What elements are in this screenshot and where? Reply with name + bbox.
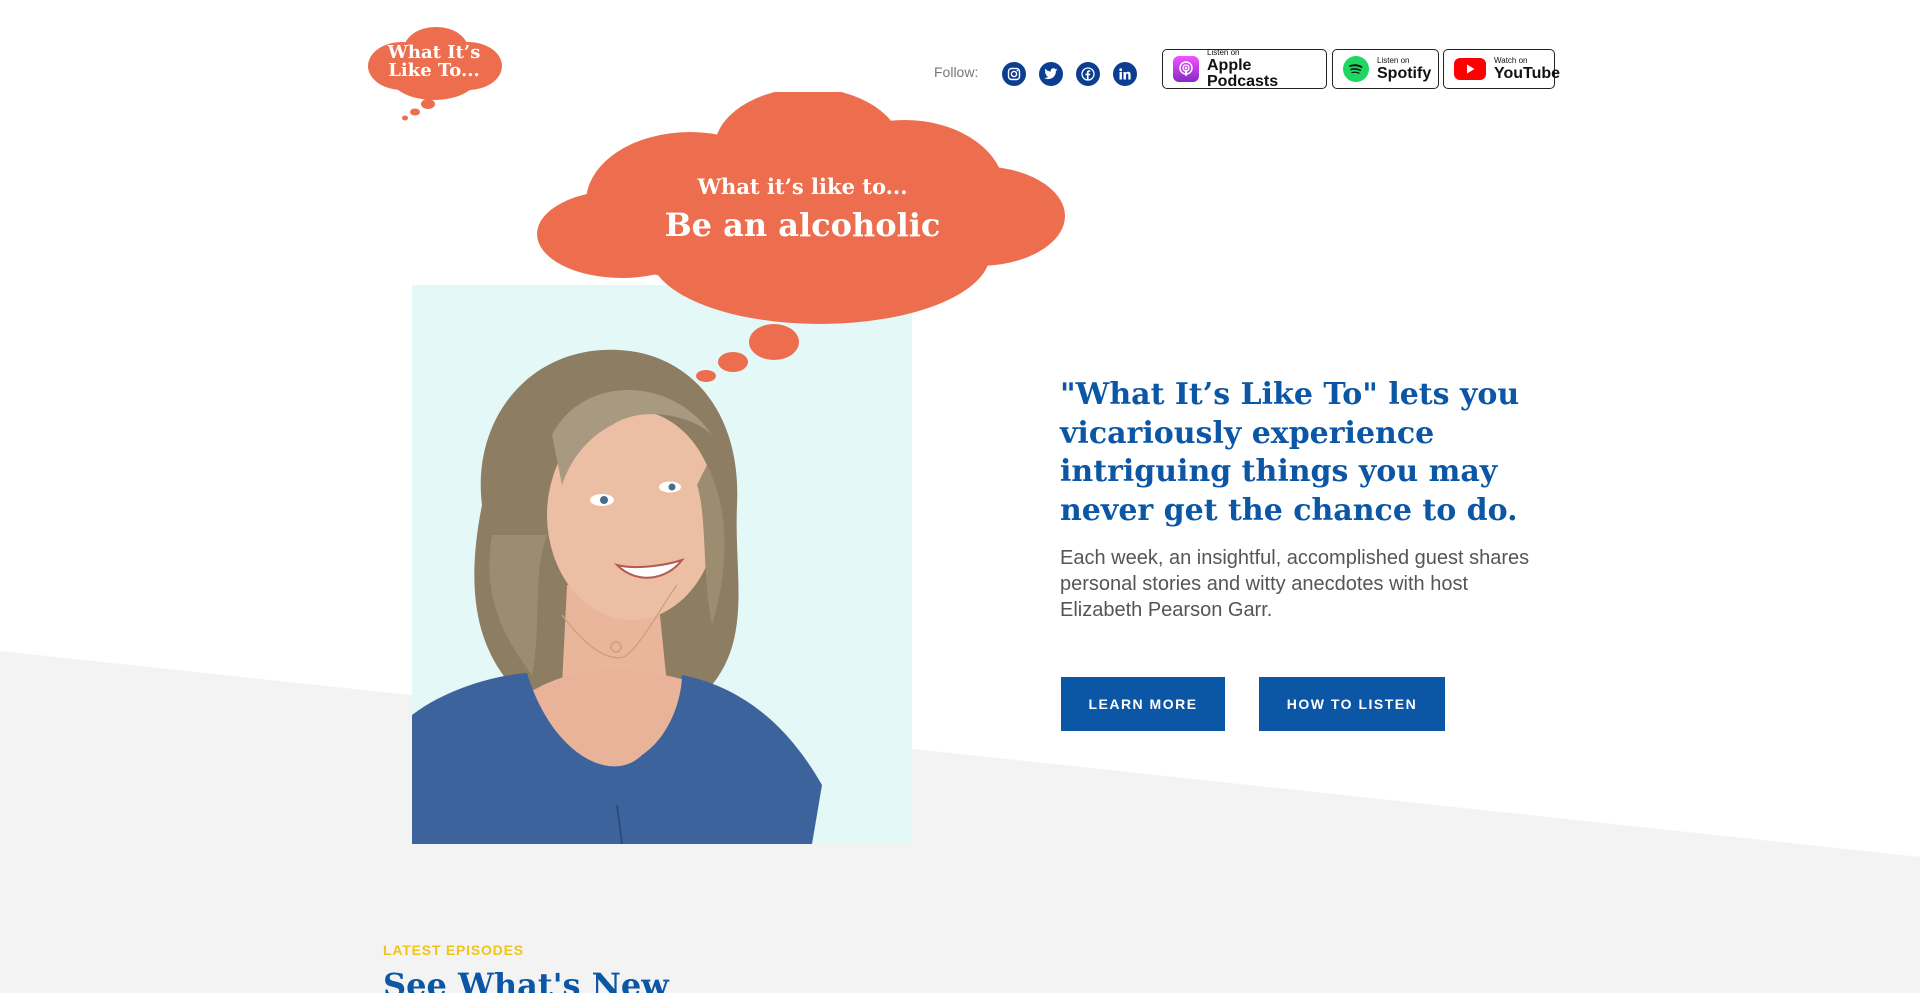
badge-small-label: Watch on	[1494, 55, 1528, 65]
badge-big-label: Apple Podcasts	[1207, 56, 1279, 90]
linkedin-icon[interactable]	[1113, 62, 1137, 86]
latest-episodes-title: See What's New	[383, 966, 669, 993]
apple-podcasts-badge[interactable]: Listen on Apple Podcasts	[1162, 47, 1327, 90]
spotify-badge[interactable]: Listen on Spotify	[1332, 49, 1439, 89]
how-to-listen-button[interactable]: HOW TO LISTEN	[1259, 677, 1445, 731]
cloud-subtitle: What it’s like to...	[697, 174, 908, 199]
facebook-icon[interactable]	[1076, 62, 1100, 86]
apple-podcasts-icon	[1173, 56, 1199, 82]
thought-cloud: What it’s like to... Be an alcoholic	[530, 92, 1070, 392]
logo-text: What It’s Like To...	[364, 44, 504, 80]
badge-big-label: Spotify	[1377, 64, 1432, 82]
follow-label: Follow:	[934, 64, 979, 80]
latest-episodes-eyebrow: LATEST EPISODES	[383, 942, 524, 958]
hero-description: Each week, an insightful, accomplished g…	[1060, 547, 1530, 621]
logo-line-2: Like To...	[388, 60, 480, 81]
badge-small-label: Listen on	[1207, 47, 1240, 57]
youtube-badge[interactable]: Watch on YouTube	[1443, 49, 1560, 89]
spotify-icon	[1343, 56, 1369, 82]
youtube-icon	[1454, 58, 1486, 80]
badge-small-label: Listen on	[1377, 55, 1410, 65]
site-logo[interactable]: What It’s Like To...	[364, 24, 508, 124]
learn-more-button[interactable]: LEARN MORE	[1061, 677, 1225, 731]
twitter-icon[interactable]	[1039, 62, 1063, 86]
hero-headline: "What It’s Like To" lets you vicariously…	[1060, 377, 1520, 528]
cloud-title: Be an alcoholic	[664, 206, 941, 244]
badge-big-label: YouTube	[1494, 64, 1561, 82]
instagram-icon[interactable]	[1002, 62, 1026, 86]
